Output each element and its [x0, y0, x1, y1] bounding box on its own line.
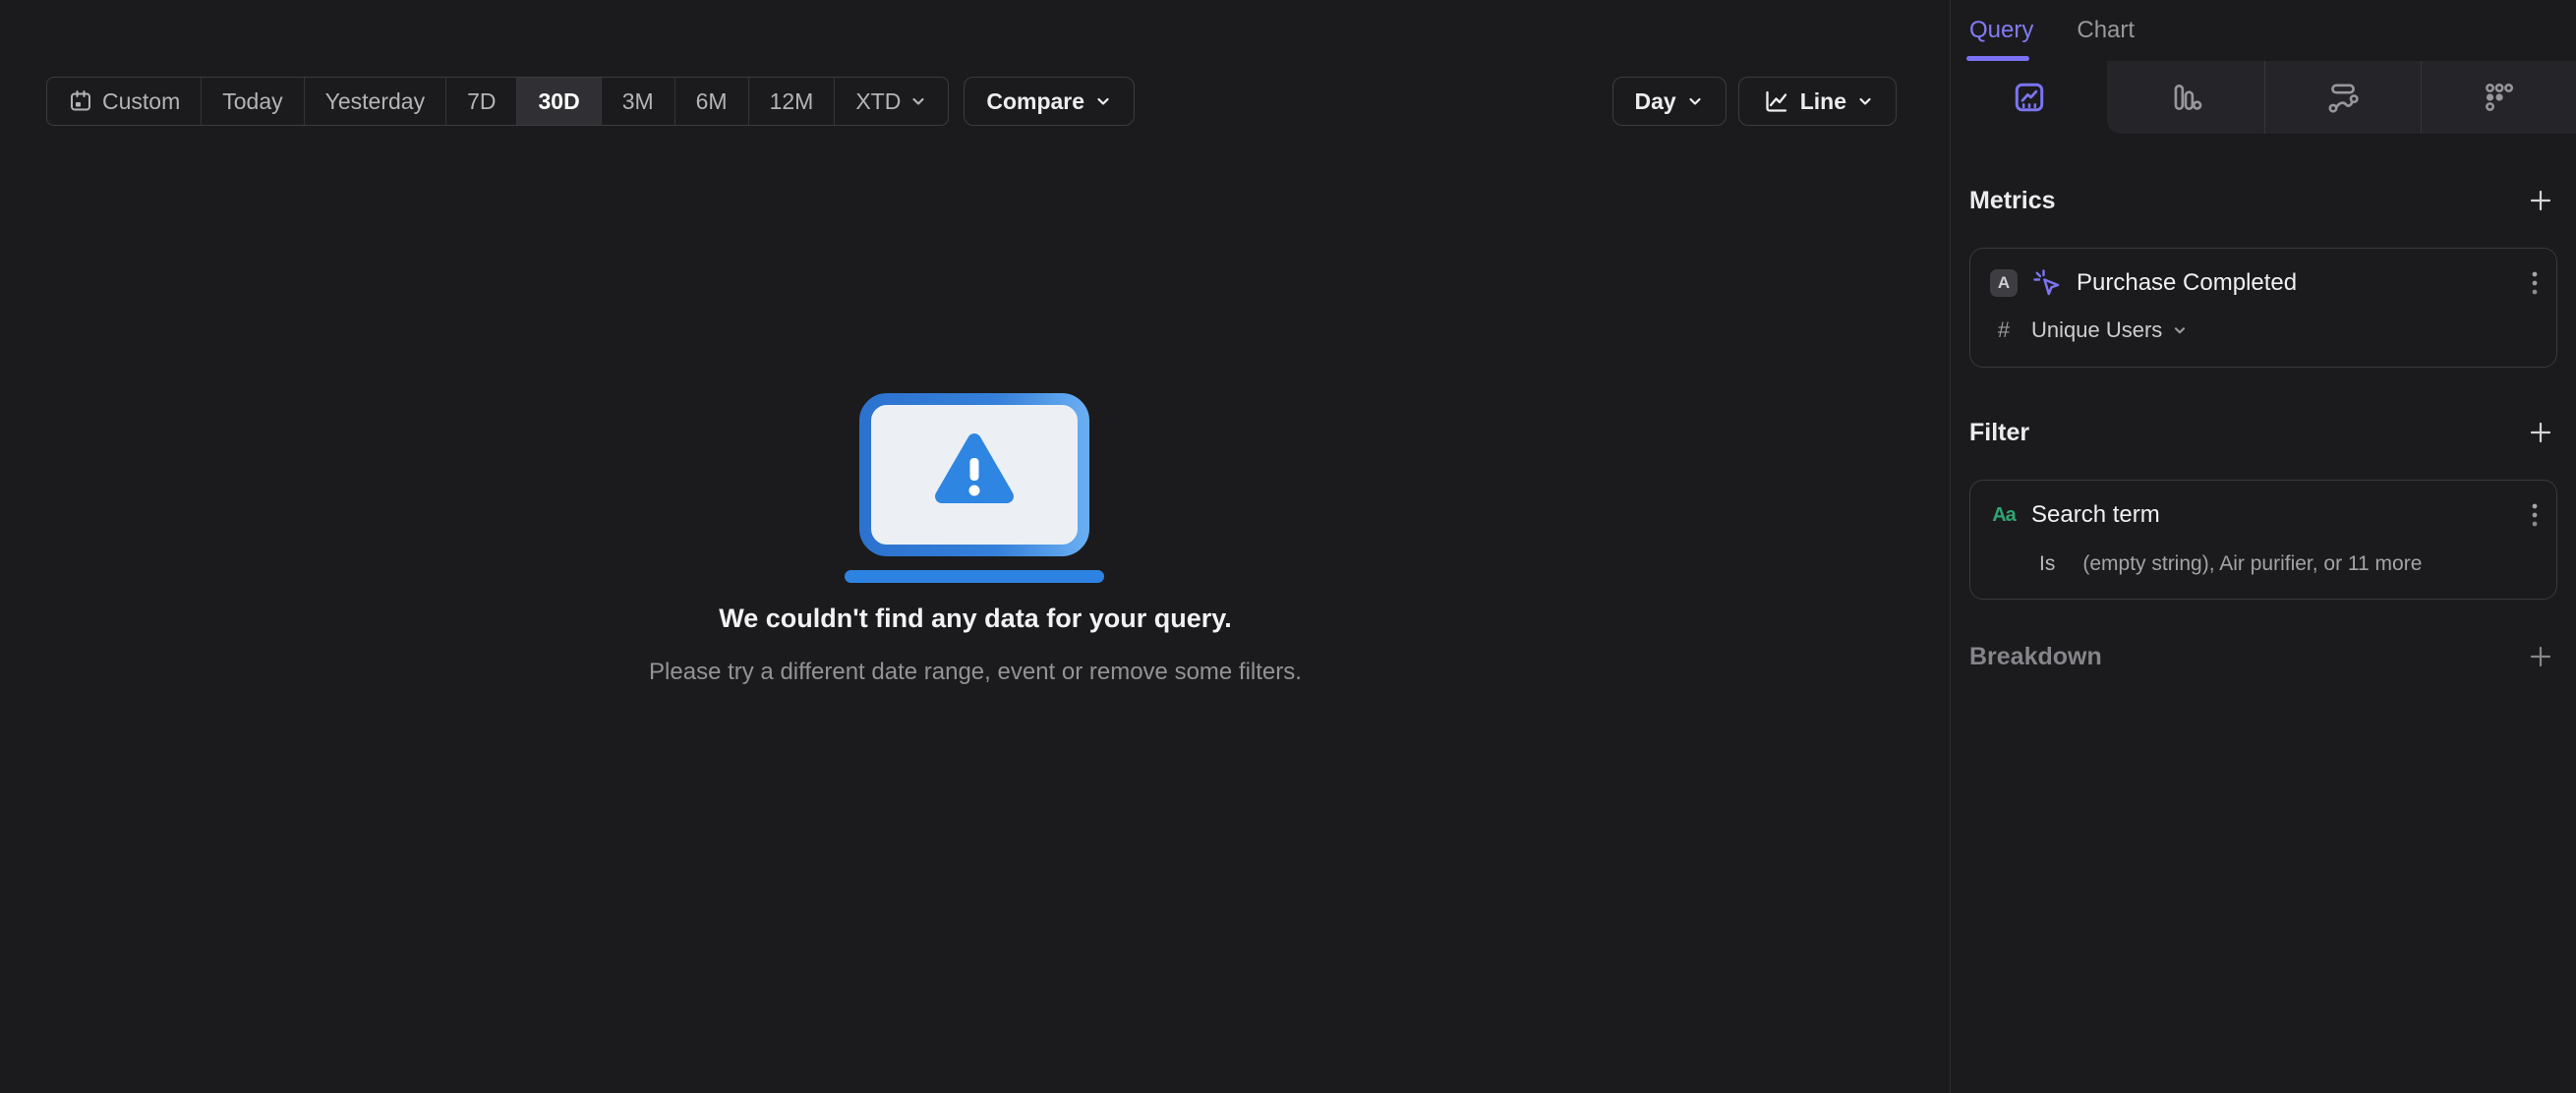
flows-icon: [2328, 84, 2359, 113]
app-window: Custom Today Yesterday 7D 30D 3M 6M 12M …: [0, 0, 2576, 1093]
granularity-dropdown[interactable]: Day: [1611, 77, 1727, 126]
query-builder-content: Metrics A Purchase Completed # Unique Us…: [1951, 185, 2576, 672]
filter-operator: Is: [2039, 552, 2056, 575]
tab-chart[interactable]: Chart: [2077, 17, 2135, 44]
date-range-yesterday[interactable]: Yesterday: [305, 78, 447, 125]
date-range-6m[interactable]: 6M: [675, 78, 749, 125]
filter-value: (empty string), Air purifier, or 11 more: [2082, 552, 2423, 575]
count-symbol: #: [1997, 317, 2011, 342]
date-range-xtd[interactable]: XTD: [835, 78, 948, 125]
date-range-today[interactable]: Today: [202, 78, 305, 125]
query-toolbar: Custom Today Yesterday 7D 30D 3M 6M 12M …: [46, 77, 1897, 126]
chevron-down-icon: [2175, 327, 2186, 334]
add-filter-button[interactable]: [2524, 416, 2557, 449]
tab-flows[interactable]: [2263, 61, 2420, 134]
date-range-3m[interactable]: 3M: [602, 78, 675, 125]
sidebar-tabs: Query Chart: [1951, 0, 2576, 61]
filter-card[interactable]: Aa Search term Is (empty string), Air pu…: [1969, 480, 2557, 600]
chart-type-dropdown[interactable]: Line: [1737, 77, 1897, 126]
date-range-30d-selected[interactable]: 30D: [517, 78, 602, 125]
no-data-laptop-illustration: [845, 393, 1104, 583]
date-range-7d[interactable]: 7D: [446, 78, 518, 125]
chevron-down-icon: [912, 97, 924, 105]
kebab-menu-icon: [2532, 503, 2538, 527]
date-range-custom[interactable]: Custom: [47, 78, 203, 125]
plus-icon: [2530, 646, 2551, 667]
metric-card[interactable]: A Purchase Completed # Unique Users: [1969, 248, 2557, 368]
empty-state-subtitle: Please try a different date range, event…: [649, 659, 1302, 685]
line-chart-icon: [1766, 90, 1786, 112]
chevron-down-icon: [1859, 97, 1871, 105]
metric-aggregation-row: # Unique Users: [1990, 316, 2537, 345]
event-click-icon: [2033, 269, 2060, 296]
breakdown-section-header: Breakdown: [1969, 641, 2557, 672]
calendar-icon: [71, 90, 90, 111]
date-range-12m[interactable]: 12M: [749, 78, 836, 125]
plus-icon: [2530, 190, 2551, 211]
insights-icon: [2015, 83, 2043, 112]
add-breakdown-button[interactable]: [2524, 640, 2557, 673]
main-chart-area: Custom Today Yesterday 7D 30D 3M 6M 12M …: [0, 0, 1951, 1093]
tab-retention[interactable]: [2420, 61, 2576, 134]
metric-letter-badge: A: [1990, 269, 2018, 297]
date-range-group: Custom Today Yesterday 7D 30D 3M 6M 12M …: [46, 77, 950, 126]
tab-insights[interactable]: [1951, 61, 2107, 134]
filter-condition-row[interactable]: Is (empty string), Air purifier, or 11 m…: [1990, 549, 2537, 579]
aggregation-dropdown[interactable]: Unique Users: [2031, 317, 2188, 343]
query-builder-sidebar: Query Chart Metrics A Purchase Completed…: [1950, 0, 2576, 1093]
filter-options-button[interactable]: [2531, 502, 2539, 533]
chevron-down-icon: [1097, 97, 1109, 105]
report-type-tabs: [1951, 61, 2576, 134]
plus-icon: [2530, 422, 2551, 443]
tab-funnels[interactable]: [2107, 61, 2263, 134]
add-metric-button[interactable]: [2524, 184, 2557, 217]
empty-state-title: We couldn't find any data for your query…: [719, 604, 1232, 633]
metrics-heading: Metrics: [1969, 186, 2056, 214]
date-range-controls: Custom Today Yesterday 7D 30D 3M 6M 12M …: [46, 77, 1136, 126]
metric-event-name: Purchase Completed: [2077, 269, 2298, 296]
kebab-menu-icon: [2532, 271, 2538, 295]
display-controls: Day Line: [1611, 77, 1897, 126]
metric-options-button[interactable]: [2531, 270, 2539, 301]
compare-button[interactable]: Compare: [964, 77, 1136, 126]
filter-section-header: Filter: [1969, 417, 2557, 448]
filter-heading: Filter: [1969, 418, 2030, 446]
metric-event-row[interactable]: A Purchase Completed: [1990, 266, 2537, 300]
date-range-label: Custom: [102, 87, 181, 114]
breakdown-heading: Breakdown: [1969, 642, 2102, 670]
funnels-icon: [2174, 85, 2201, 110]
chevron-down-icon: [1689, 97, 1701, 105]
retention-icon: [2485, 84, 2513, 111]
string-property-icon: Aa: [1992, 503, 2017, 526]
tab-query[interactable]: Query: [1969, 17, 2033, 44]
metrics-section-header: Metrics: [1969, 185, 2557, 216]
filter-property-row[interactable]: Aa Search term: [1990, 498, 2537, 532]
filter-property-name: Search term: [2031, 501, 2160, 528]
